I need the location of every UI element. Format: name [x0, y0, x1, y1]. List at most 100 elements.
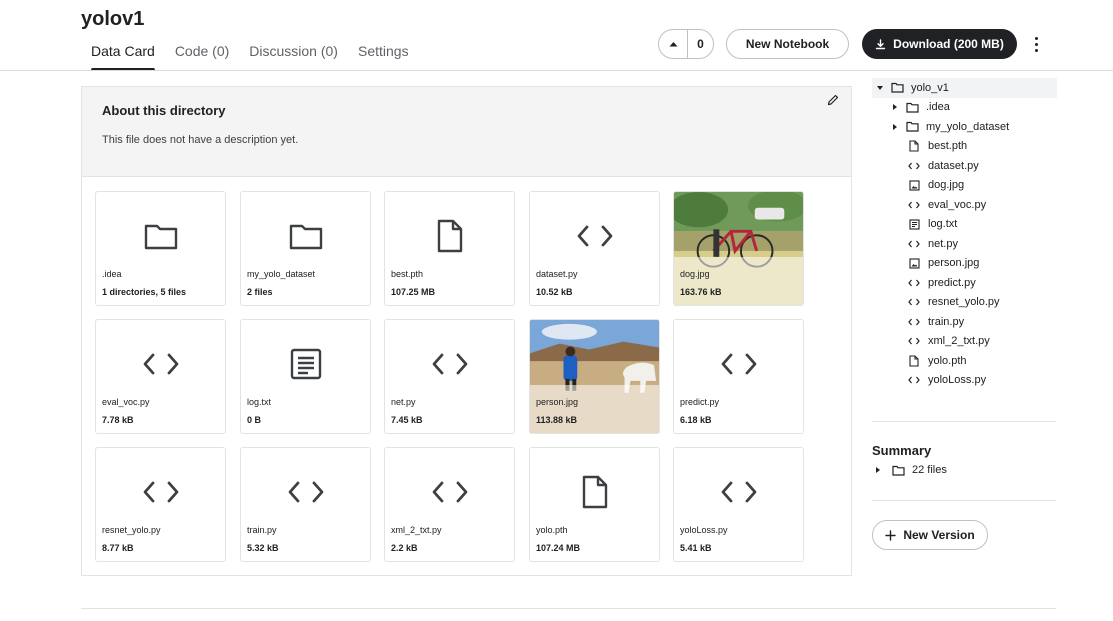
file-card-yolo-pth[interactable]: yolo.pth 107.24 MB [529, 447, 660, 562]
file-card-size: 7.78 kB [102, 415, 134, 425]
tree-item-yololoss-py[interactable]: yoloLoss.py [872, 371, 1057, 391]
tree-item-train-py[interactable]: train.py [872, 312, 1057, 332]
file-card-size: 8.77 kB [102, 543, 134, 553]
file-card-xml-2-txt-py[interactable]: xml_2_txt.py 2.2 kB [384, 447, 515, 562]
upvote-button[interactable] [659, 30, 688, 58]
tree-label: predict.py [928, 276, 976, 289]
dataset-title: yolov1 [81, 8, 145, 30]
tree-label: yolo.pth [928, 354, 967, 367]
new-version-button[interactable]: New Version [872, 520, 988, 550]
file-card-name: yolo.pth [536, 525, 568, 535]
file-card-name: .idea [102, 269, 122, 279]
tree-item-dog-jpg[interactable]: dog.jpg [872, 176, 1057, 196]
folder-icon [890, 82, 904, 93]
file-card-net-py[interactable]: net.py 7.45 kB [384, 319, 515, 434]
code-icon [96, 474, 225, 510]
tree-item-predict-py[interactable]: predict.py [872, 273, 1057, 293]
code-icon [907, 318, 921, 326]
file-card-idea[interactable]: .idea 1 directories, 5 files [95, 191, 226, 306]
caret-up-icon [669, 42, 677, 47]
file-card-size: 5.32 kB [247, 543, 279, 553]
new-notebook-button[interactable]: New Notebook [726, 29, 849, 59]
image-icon [907, 258, 921, 269]
about-description: This file does not have a description ye… [102, 134, 299, 146]
tab-data-card[interactable]: Data Card [81, 40, 165, 71]
about-directory-section: About this directory This file does not … [82, 87, 851, 177]
folder-icon [905, 102, 919, 113]
caret-right-icon[interactable] [891, 123, 899, 130]
tree-item-xml-2-txt-py[interactable]: xml_2_txt.py [872, 332, 1057, 352]
file-card-eval-voc-py[interactable]: eval_voc.py 7.78 kB [95, 319, 226, 434]
summary-heading: Summary [872, 443, 932, 458]
file-card-name: eval_voc.py [102, 397, 150, 407]
code-icon [907, 162, 921, 170]
tree-label: dog.jpg [928, 179, 965, 192]
file-card-train-py[interactable]: train.py 5.32 kB [240, 447, 371, 562]
file-card-name: yoloLoss.py [680, 525, 728, 535]
folder-icon [96, 218, 225, 254]
summary-files-row[interactable]: 22 files [874, 464, 947, 476]
tree-label: dataset.py [928, 159, 979, 172]
file-card-resnet-yolo-py[interactable]: resnet_yolo.py 8.77 kB [95, 447, 226, 562]
tab-code[interactable]: Code (0) [165, 40, 239, 71]
tree-item-yolo-pth[interactable]: yolo.pth [872, 351, 1057, 371]
download-label: Download (200 MB) [893, 37, 1004, 51]
tree-label: person.jpg [928, 257, 980, 270]
text-file-icon [907, 219, 921, 230]
file-card-size: 107.25 MB [391, 287, 436, 297]
code-icon [907, 240, 921, 248]
caret-down-icon[interactable] [876, 85, 884, 90]
file-card-name: train.py [247, 525, 277, 535]
code-icon [530, 218, 659, 254]
file-tree: yolo_v1 .idea my_yolo_dataset best.pth d… [872, 78, 1057, 390]
file-card-person-jpg[interactable]: person.jpg 113.88 kB [529, 319, 660, 434]
tree-item-idea[interactable]: .idea [872, 98, 1057, 118]
download-icon [875, 38, 886, 49]
tree-item-best-pth[interactable]: best.pth [872, 137, 1057, 157]
file-card-size: 10.52 kB [536, 287, 573, 297]
tree-root-yolo-v1[interactable]: yolo_v1 [872, 78, 1057, 98]
file-card-name: log.txt [247, 397, 272, 407]
tree-item-person-jpg[interactable]: person.jpg [872, 254, 1057, 274]
file-card-yololoss-py[interactable]: yoloLoss.py 5.41 kB [673, 447, 804, 562]
file-card-name: net.py [391, 397, 416, 407]
file-card-size: 6.18 kB [680, 415, 712, 425]
sidebar-divider [872, 500, 1056, 501]
sidebar-divider [872, 421, 1056, 422]
caret-right-icon[interactable] [891, 104, 899, 111]
summary-files-label: 22 files [912, 464, 947, 476]
upvote-control: 0 [658, 29, 714, 59]
file-card-size: 7.45 kB [391, 415, 423, 425]
file-card-best-pth[interactable]: best.pth 107.25 MB [384, 191, 515, 306]
file-card-my-yolo-dataset[interactable]: my_yolo_dataset 2 files [240, 191, 371, 306]
tree-item-dataset-py[interactable]: dataset.py [872, 156, 1057, 176]
text-file-icon [241, 346, 370, 382]
folder-icon [905, 121, 919, 132]
code-icon [385, 346, 514, 382]
code-icon [907, 201, 921, 209]
edit-pencil-icon[interactable] [827, 93, 839, 111]
tree-item-eval-voc-py[interactable]: eval_voc.py [872, 195, 1057, 215]
tree-item-log-txt[interactable]: log.txt [872, 215, 1057, 235]
tree-item-net-py[interactable]: net.py [872, 234, 1057, 254]
tree-item-my-yolo-dataset[interactable]: my_yolo_dataset [872, 117, 1057, 137]
tree-label: my_yolo_dataset [926, 120, 1010, 133]
more-options-icon[interactable] [1027, 34, 1045, 54]
caret-right-icon[interactable] [874, 467, 882, 473]
file-card-predict-py[interactable]: predict.py 6.18 kB [673, 319, 804, 434]
code-icon [674, 346, 803, 382]
file-card-dog-jpg[interactable]: dog.jpg 163.76 kB [673, 191, 804, 306]
tree-item-resnet-yolo-py[interactable]: resnet_yolo.py [872, 293, 1057, 313]
file-card-name: resnet_yolo.py [102, 525, 161, 535]
file-card-dataset-py[interactable]: dataset.py 10.52 kB [529, 191, 660, 306]
thumbnail-caption-overlay [530, 385, 659, 433]
tab-discussion[interactable]: Discussion (0) [239, 40, 348, 71]
file-card-log-txt[interactable]: log.txt 0 B [240, 319, 371, 434]
download-button[interactable]: Download (200 MB) [862, 29, 1017, 59]
file-card-size: 107.24 MB [536, 543, 581, 553]
file-card-size: 5.41 kB [680, 543, 712, 553]
tree-label: yoloLoss.py [928, 374, 987, 387]
code-icon [674, 474, 803, 510]
code-icon [96, 346, 225, 382]
tab-settings[interactable]: Settings [348, 40, 419, 71]
